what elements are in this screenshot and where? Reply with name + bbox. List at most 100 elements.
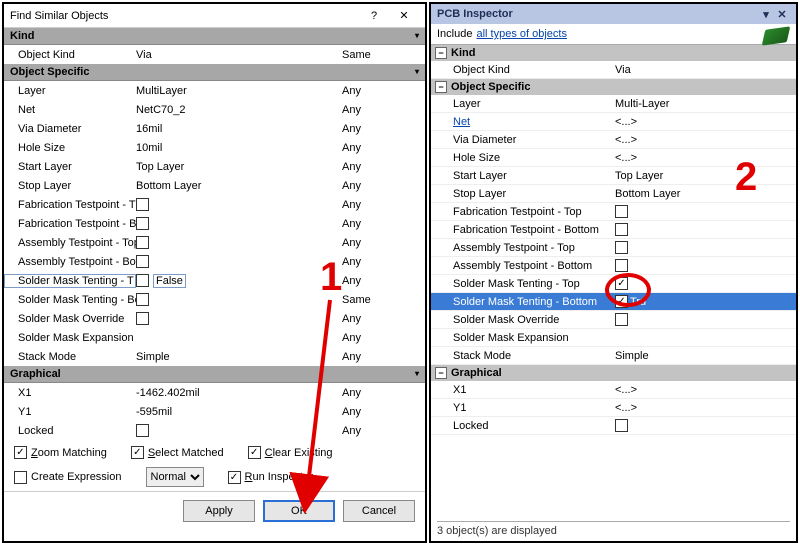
criteria-row[interactable]: Object KindViaSame [4,45,425,64]
inspector-section-object-specific[interactable]: − Object Specific [431,79,796,95]
inspector-row[interactable]: Fabrication Testpoint - Top [431,203,796,221]
checkbox-icon[interactable] [136,198,149,211]
match-mode[interactable]: Any [338,123,418,135]
property-value[interactable]: Bottom Layer [611,188,796,200]
property-value[interactable]: 10mil [136,142,338,154]
checkbox-icon[interactable] [615,313,628,326]
match-mode[interactable]: Any [338,180,418,192]
mask-mode-select[interactable]: Normal [146,467,204,487]
checkbox-icon[interactable] [136,274,149,287]
checkbox-icon[interactable] [615,295,628,308]
property-value[interactable]: Via [136,49,338,61]
inspector-row[interactable]: Assembly Testpoint - Bottom [431,257,796,275]
criteria-row[interactable]: Solder Mask Tenting - TFalseAny [4,271,425,290]
checkbox-icon[interactable] [615,419,628,432]
criteria-row[interactable]: Stack ModeSimpleAny [4,347,425,366]
inspector-row[interactable]: Assembly Testpoint - Top [431,239,796,257]
property-value[interactable] [611,241,796,254]
clear-existing-checkbox[interactable]: Clear Existing [248,446,333,459]
property-value[interactable] [136,198,338,211]
property-value[interactable]: NetC70_2 [136,104,338,116]
checkbox-icon[interactable] [136,217,149,230]
inspector-section-graphical[interactable]: − Graphical [431,365,796,381]
criteria-row[interactable]: NetNetC70_2Any [4,100,425,119]
property-value[interactable]: Multi-Layer [611,98,796,110]
inspector-row[interactable]: Via Diameter<...> [431,131,796,149]
property-value[interactable] [136,217,338,230]
inspector-row[interactable]: Solder Mask Expansion [431,329,796,347]
criteria-row[interactable]: Fabrication Testpoint - BAny [4,214,425,233]
inspector-row[interactable]: Stack ModeSimple [431,347,796,365]
property-value[interactable]: <...> [611,384,796,396]
include-filter-link[interactable]: all types of objects [476,28,567,40]
match-mode[interactable]: Any [338,313,418,325]
section-graphical[interactable]: Graphical ▾ [4,366,425,383]
checkbox-icon[interactable] [615,205,628,218]
inspector-row[interactable]: Solder Mask Tenting - Top [431,275,796,293]
property-link[interactable]: Net [453,116,470,128]
property-value[interactable]: 16mil [136,123,338,135]
close-icon[interactable]: ✕ [774,8,790,21]
match-mode[interactable]: Any [338,256,418,268]
property-value[interactable]: <...> [611,152,796,164]
property-value[interactable] [136,236,338,249]
property-value[interactable]: -595mil [136,406,338,418]
help-button[interactable]: ? [359,6,389,26]
criteria-row[interactable]: Fabrication Testpoint - TAny [4,195,425,214]
property-value[interactable] [136,293,338,306]
match-mode[interactable]: Any [338,104,418,116]
inspector-row[interactable]: Solder Mask Override [431,311,796,329]
match-mode[interactable]: Any [338,218,418,230]
property-value[interactable]: False [136,274,338,288]
criteria-row[interactable]: Start LayerTop LayerAny [4,157,425,176]
property-value[interactable] [611,277,796,290]
inspector-row[interactable]: Hole Size<...> [431,149,796,167]
inspector-section-kind[interactable]: − Kind [431,45,796,61]
property-value[interactable] [136,424,338,437]
criteria-row[interactable]: Assembly Testpoint - TopAny [4,233,425,252]
checkbox-icon[interactable] [615,259,628,272]
section-object-specific[interactable]: Object Specific ▾ [4,64,425,81]
match-mode[interactable]: Any [338,425,418,437]
inspector-row[interactable]: Start LayerTop Layer [431,167,796,185]
property-value[interactable]: MultiLayer [136,85,338,97]
run-inspector-checkbox[interactable]: Run Inspector [228,467,314,487]
criteria-row[interactable]: Y1-595milAny [4,402,425,421]
criteria-row[interactable]: LockedAny [4,421,425,440]
property-value[interactable]: Bottom Layer [136,180,338,192]
criteria-row[interactable]: Hole Size10milAny [4,138,425,157]
property-value[interactable] [611,259,796,272]
property-value[interactable]: <...> [611,134,796,146]
match-mode[interactable]: Any [338,85,418,97]
checkbox-icon[interactable] [136,312,149,325]
inspector-row[interactable]: Solder Mask Tenting - BottomTru [431,293,796,311]
property-value[interactable]: <...> [611,116,796,128]
property-value[interactable]: Simple [136,351,338,363]
checkbox-icon[interactable] [615,241,628,254]
match-mode[interactable]: Any [338,387,418,399]
inspector-row[interactable]: Locked [431,417,796,435]
select-matched-checkbox[interactable]: Select Matched [131,446,224,459]
inspector-row[interactable]: X1<...> [431,381,796,399]
checkbox-icon[interactable] [136,293,149,306]
inspector-row[interactable]: Stop LayerBottom Layer [431,185,796,203]
property-value[interactable] [136,312,338,325]
match-mode[interactable]: Any [338,275,418,287]
property-value[interactable]: -1462.402mil [136,387,338,399]
inspector-row[interactable]: Y1<...> [431,399,796,417]
checkbox-icon[interactable] [136,236,149,249]
criteria-row[interactable]: Assembly Testpoint - BotAny [4,252,425,271]
match-mode[interactable]: Same [338,294,418,306]
checkbox-icon[interactable] [136,255,149,268]
zoom-matching-checkbox[interactable]: Zoom Matching [14,446,107,459]
checkbox-icon[interactable] [615,223,628,236]
match-mode[interactable]: Any [338,237,418,249]
property-value[interactable] [611,313,796,326]
property-value[interactable]: <...> [611,402,796,414]
criteria-row[interactable]: LayerMultiLayerAny [4,81,425,100]
inspector-row[interactable]: Fabrication Testpoint - Bottom [431,221,796,239]
apply-button[interactable]: Apply [183,500,255,522]
criteria-row[interactable]: Solder Mask ExpansionAny [4,328,425,347]
match-mode[interactable]: Same [338,49,418,61]
property-value[interactable]: Simple [611,350,796,362]
